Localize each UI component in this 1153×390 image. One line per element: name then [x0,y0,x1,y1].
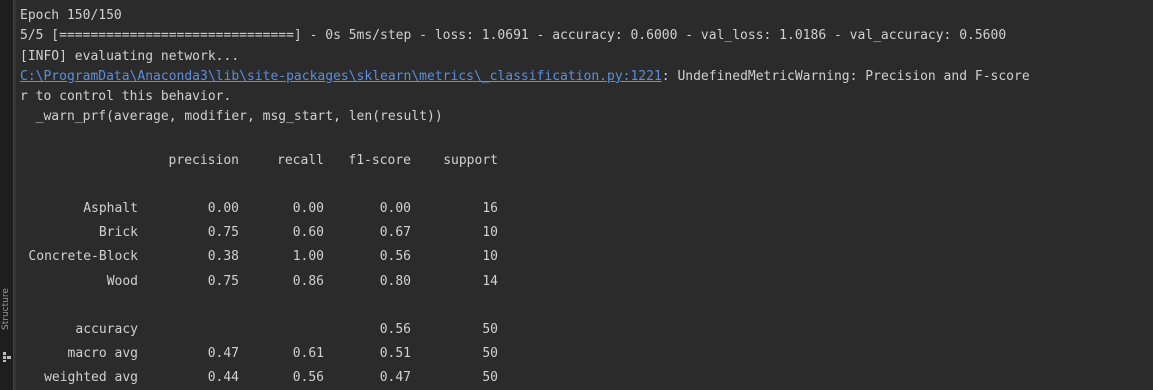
recall-value: 0.56 [292,370,324,386]
warning-line: C:\ProgramData\Anaconda3\lib\site-packag… [20,67,1148,87]
accuracy-label: accuracy [75,321,138,337]
classification-report-table: precision recall f1-score support Asphal… [20,148,498,390]
support-value: 16 [482,200,498,216]
f1-value: 0.47 [379,370,411,386]
run-console-output: Epoch 150/150 5/5 [=====================… [20,6,1148,128]
class-label: Concrete-Block [28,249,138,265]
blank-row [20,293,498,317]
macro-avg-label: macro avg [67,346,138,362]
accuracy-value: 0.56 [379,321,411,337]
accuracy-support: 50 [482,321,498,337]
recall-value: 0.00 [292,200,324,216]
precision-value: 0.38 [207,249,239,265]
weighted-avg-label: weighted avg [44,370,138,386]
control-behavior-line: r to control this behavior. [20,89,232,105]
support-value: 10 [482,249,498,265]
warn-prf-call-line: _warn_prf(average, modifier, msg_start, … [20,109,443,125]
recall-value: 0.61 [292,346,324,362]
f1-value: 0.80 [379,273,411,289]
support-value: 10 [482,225,498,241]
header-precision: precision [168,152,239,168]
recall-value: 0.86 [292,273,324,289]
macro-avg-row: macro avg 0.47 0.61 0.51 50 [20,342,498,366]
header-f1-score: f1-score [348,152,411,168]
recall-value: 0.60 [292,225,324,241]
warning-message: : UndefinedMetricWarning: Precision and … [661,68,1030,84]
structure-tab-label[interactable]: Structure [1,288,11,330]
recall-value: 1.00 [292,249,324,265]
header-label-cell [20,148,138,172]
header-support: support [443,152,498,168]
f1-value: 0.67 [379,225,411,241]
precision-value: 0.44 [207,370,239,386]
support-value: 14 [482,273,498,289]
console-divider [14,0,16,390]
support-value: 50 [482,370,498,386]
f1-value: 0.51 [379,346,411,362]
table-row: Brick 0.75 0.60 0.67 10 [20,221,498,245]
table-row: Asphalt 0.00 0.00 0.00 16 [20,196,498,220]
epoch-line: Epoch 150/150 [20,8,122,23]
table-row: Concrete-Block 0.38 1.00 0.56 10 [20,245,498,269]
training-progress-line: 5/5 [==============================] - 0… [20,28,1007,44]
blank-row [20,172,498,196]
accuracy-row: accuracy 0.56 50 [20,317,498,341]
precision-value: 0.75 [207,225,239,241]
weighted-avg-row: weighted avg 0.44 0.56 0.47 50 [20,366,498,390]
support-value: 50 [482,346,498,362]
table-row: Wood 0.75 0.86 0.80 14 [20,269,498,293]
class-label: Asphalt [83,200,138,216]
f1-value: 0.00 [379,200,411,216]
info-line: [INFO] evaluating network... [20,48,240,64]
precision-value: 0.47 [207,346,239,362]
report-header-row: precision recall f1-score support [20,148,498,172]
class-label: Wood [106,273,138,289]
header-recall: recall [277,152,324,168]
class-label: Brick [98,225,138,241]
structure-icon[interactable] [3,352,11,362]
precision-value: 0.00 [207,200,239,216]
warning-source-link[interactable]: C:\ProgramData\Anaconda3\lib\site-packag… [20,69,662,84]
f1-value: 0.56 [379,249,411,265]
precision-value: 0.75 [207,273,239,289]
